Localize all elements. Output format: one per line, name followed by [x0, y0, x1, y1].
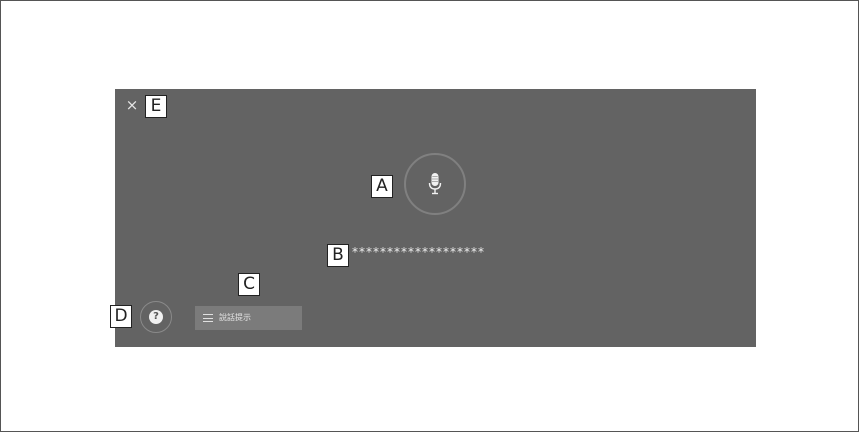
help-button[interactable]: ?: [140, 301, 172, 333]
close-icon[interactable]: ×: [124, 96, 140, 114]
callout-e: E: [145, 95, 167, 118]
callout-b: B: [327, 244, 349, 267]
microphone-button[interactable]: [404, 153, 466, 215]
recognized-speech-text: *******************: [352, 245, 485, 259]
list-icon: [203, 314, 213, 322]
callout-c: C: [238, 273, 260, 296]
callout-a: A: [371, 175, 393, 198]
question-mark-icon: ?: [149, 310, 163, 324]
callout-d: D: [110, 305, 132, 328]
microphone-icon: [428, 173, 442, 195]
speech-hint-label: 說話提示: [219, 313, 251, 322]
speech-hint-button[interactable]: 說話提示: [195, 306, 302, 330]
